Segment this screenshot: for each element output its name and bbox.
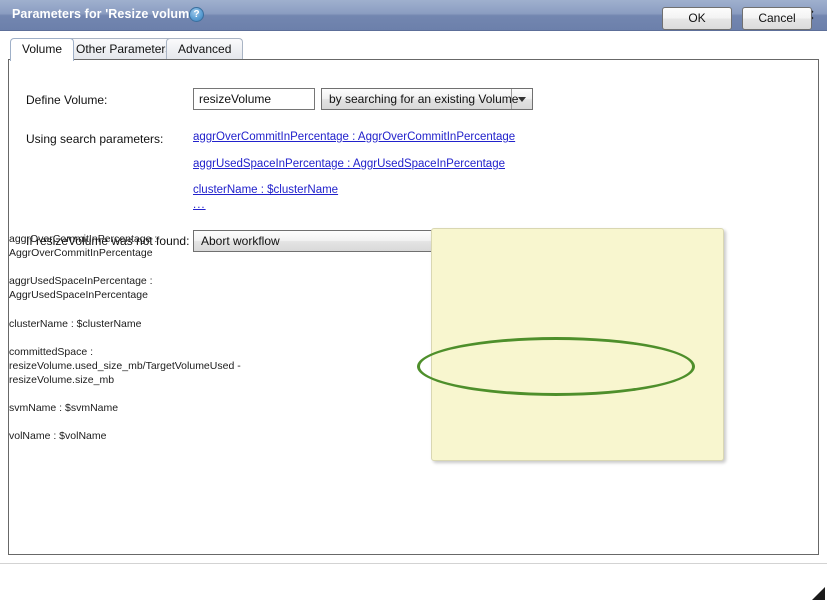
- search-parameter-more-link[interactable]: ...: [193, 199, 206, 211]
- search-parameter-link[interactable]: aggrOverCommitInPercentage : AggrOverCom…: [193, 131, 515, 143]
- help-icon[interactable]: ?: [189, 7, 204, 22]
- tooltip-item: volName : $volName: [9, 430, 107, 442]
- tab-advanced[interactable]: Advanced: [166, 38, 244, 59]
- cancel-button[interactable]: Cancel: [742, 7, 812, 30]
- tab-volume[interactable]: Volume: [10, 38, 75, 61]
- tab-other-parameters-label: Other Parameters: [76, 42, 172, 56]
- search-parameter-link[interactable]: clusterName : $clusterName: [193, 184, 338, 196]
- tab-volume-label: Volume: [22, 42, 63, 56]
- tooltip-item: svmName : $svmName: [9, 402, 119, 414]
- tooltip-item: clusterName : $clusterName: [9, 318, 142, 330]
- tooltip-item: aggrOverCommitInPercentage : AggrOverCom…: [9, 233, 158, 259]
- ok-button[interactable]: OK: [662, 7, 732, 30]
- tab-advanced-label: Advanced: [178, 42, 232, 56]
- dialog-footer: [0, 563, 827, 603]
- tab-strip: Volume Other Parameters Advanced: [0, 38, 827, 61]
- define-mode-select-value: by searching for an existing Volume: [329, 92, 519, 106]
- search-parameters-tooltip: [431, 228, 724, 461]
- window-title: Parameters for 'Resize volume': [12, 7, 200, 21]
- tooltip-item: aggrUsedSpaceInPercentage : AggrUsedSpac…: [9, 275, 153, 301]
- define-mode-select[interactable]: by searching for an existing Volume: [321, 88, 533, 110]
- volume-name-input[interactable]: [193, 88, 315, 110]
- chevron-down-icon[interactable]: [511, 89, 532, 109]
- using-search-parameters-label: Using search parameters:: [26, 132, 164, 146]
- resize-grip-icon[interactable]: [812, 587, 825, 600]
- search-parameter-link[interactable]: aggrUsedSpaceInPercentage : AggrUsedSpac…: [193, 158, 505, 170]
- tooltip-item-committed-space: committedSpace : resizeVolume.used_size_…: [9, 346, 241, 386]
- define-volume-label: Define Volume:: [26, 93, 108, 107]
